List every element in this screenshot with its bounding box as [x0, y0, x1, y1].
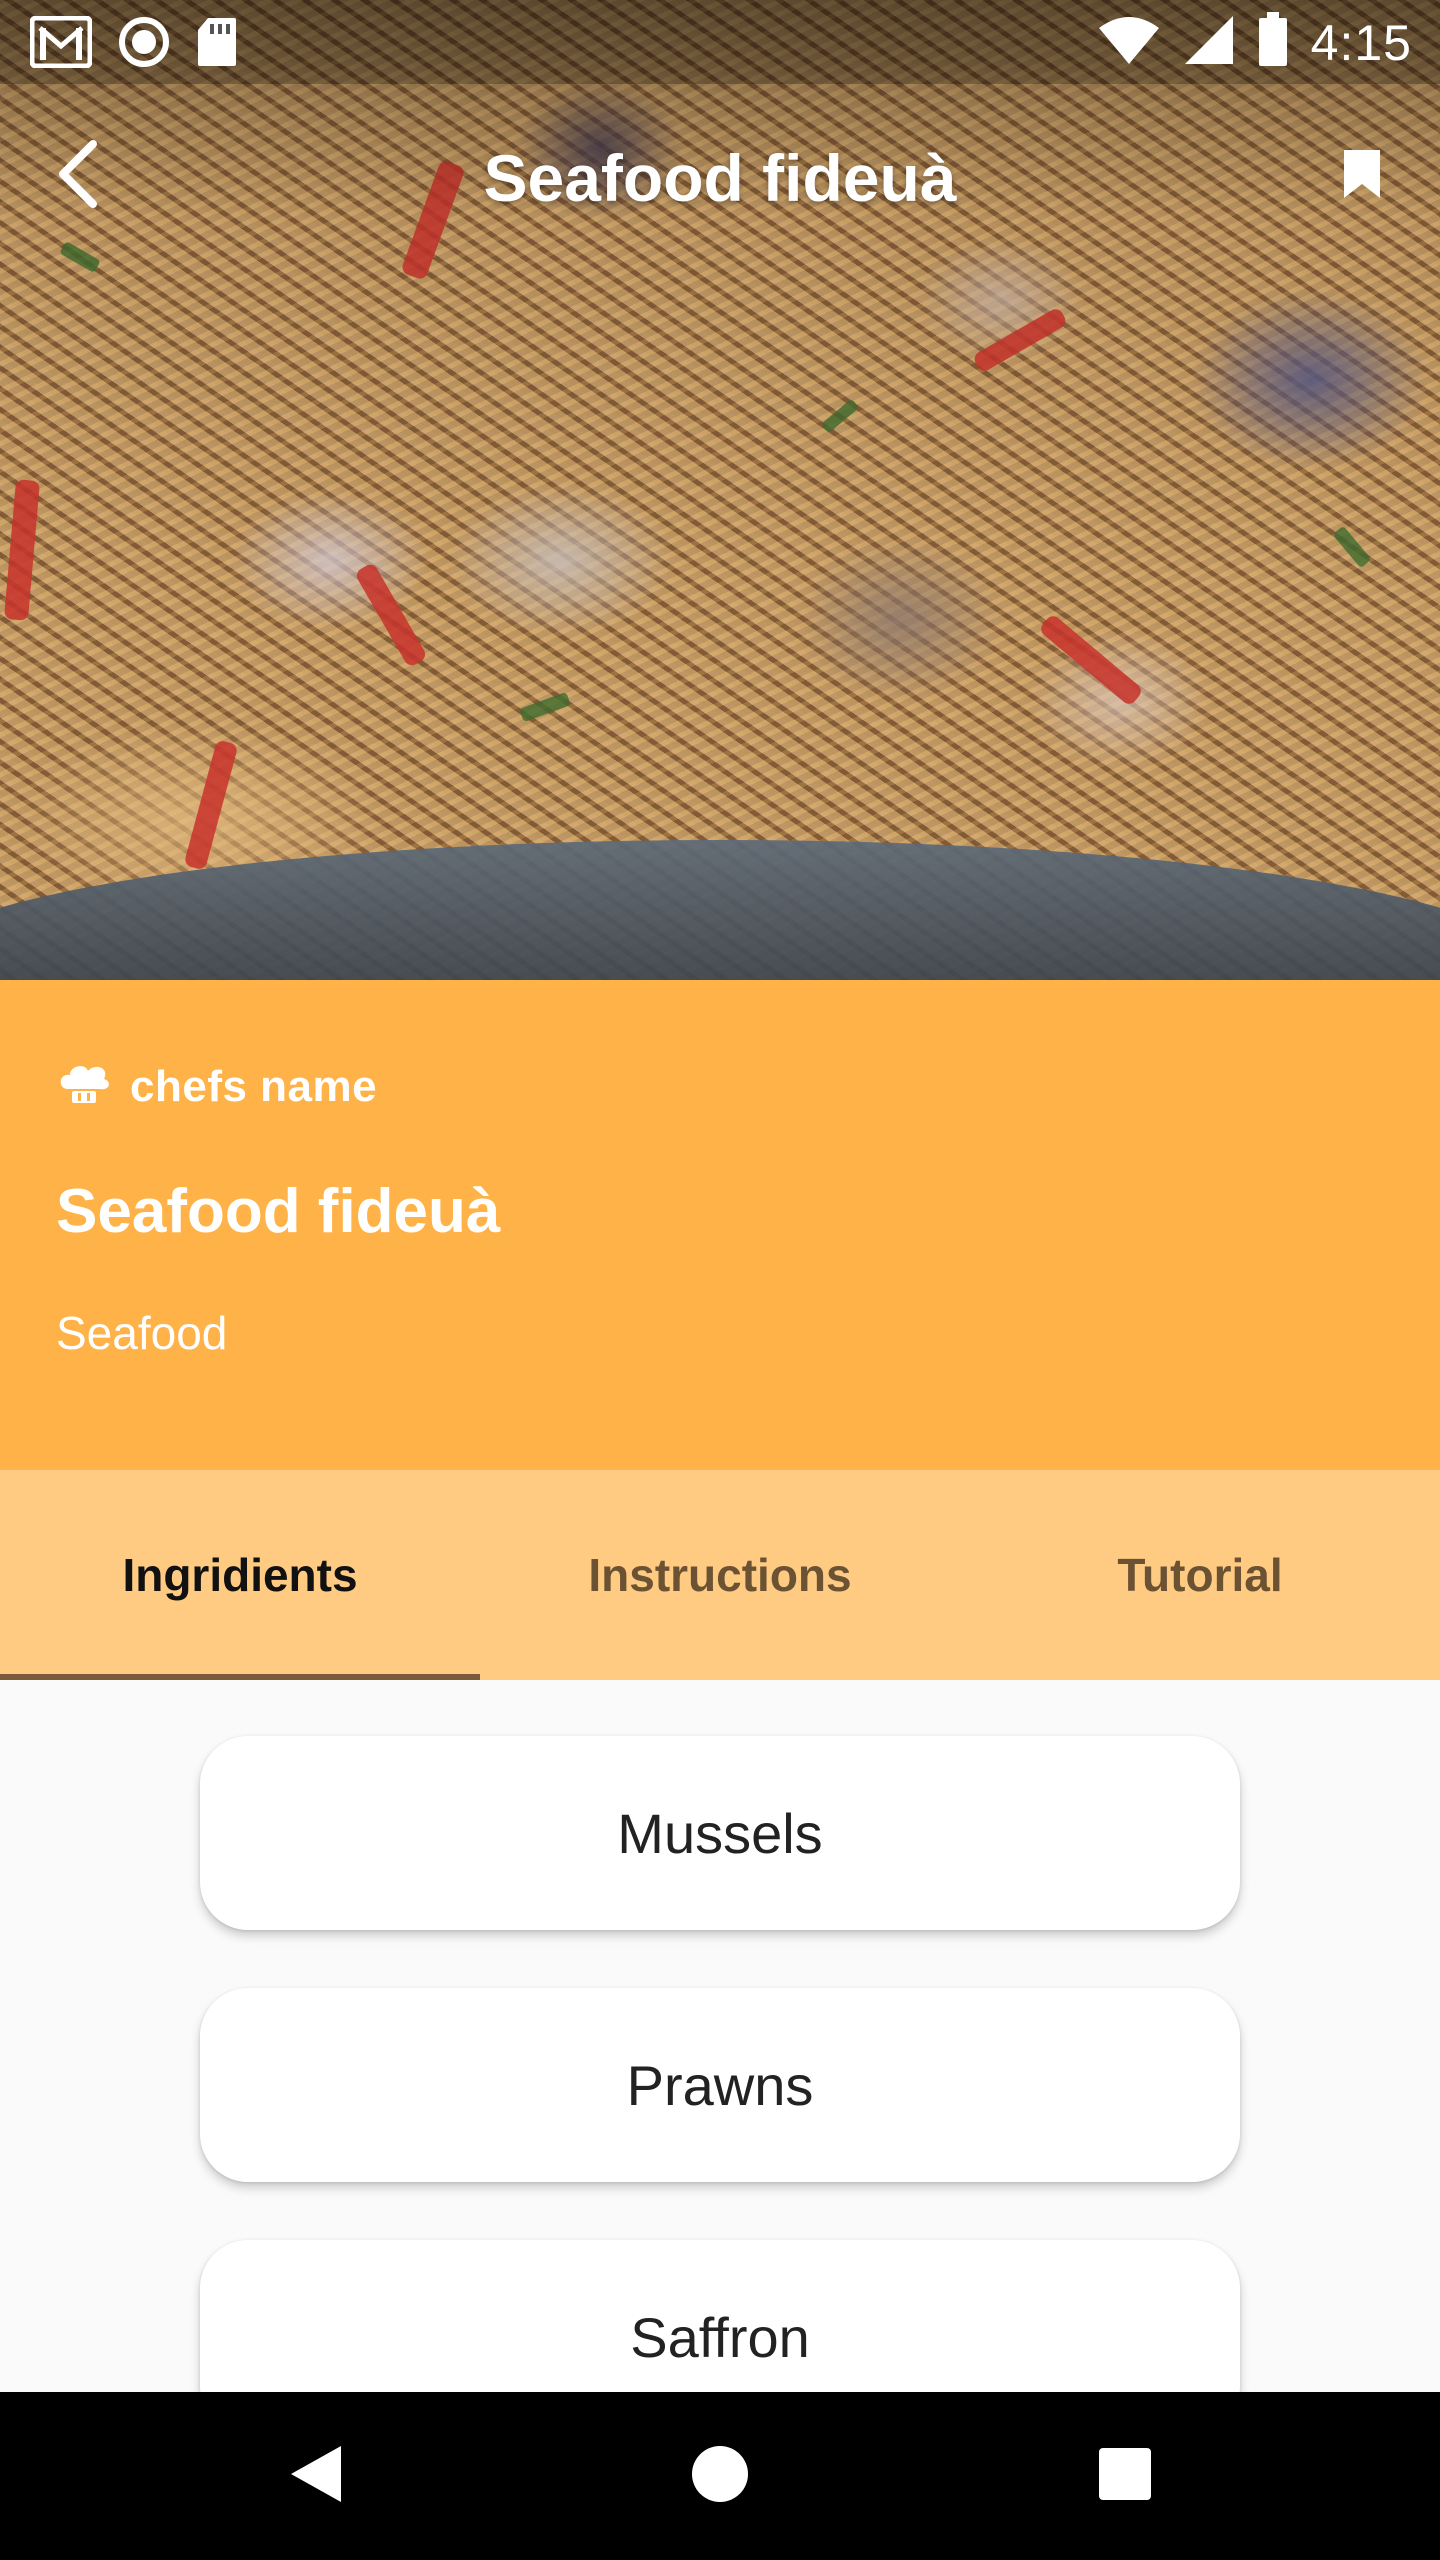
gmail-icon [29, 15, 93, 73]
recipe-title: Seafood fideuà [56, 1177, 501, 1246]
recipe-tabs: Ingridients Instructions Tutorial [0, 1470, 1440, 1680]
nav-home-button[interactable] [680, 2436, 760, 2516]
signal-icon [1183, 14, 1235, 71]
back-button[interactable] [40, 138, 116, 214]
app-bar: Seafood fideuà [0, 84, 1440, 280]
nav-home-circle-icon [690, 2444, 750, 2509]
sd-card-icon [196, 16, 238, 73]
system-nav-bar [0, 2392, 1440, 2560]
ingredient-card[interactable]: Mussels [200, 1736, 1240, 1930]
circle-notification-icon [118, 16, 170, 73]
tab-tutorial[interactable]: Tutorial [960, 1470, 1440, 1680]
nav-back-triangle-icon [285, 2442, 345, 2511]
bookmark-button[interactable] [1324, 138, 1400, 214]
status-right-icons: 4:15 [1097, 12, 1412, 73]
status-bar: 4:15 [0, 0, 1440, 84]
tab-ingridients[interactable]: Ingridients [0, 1470, 480, 1680]
wifi-icon [1097, 14, 1161, 71]
ingredient-card[interactable]: Prawns [200, 1988, 1240, 2182]
back-arrow-icon [53, 138, 103, 215]
chef-row: chefs name [56, 1062, 377, 1112]
app-bar-title: Seafood fideuà [483, 141, 957, 215]
recipe-category: Seafood [56, 1307, 228, 1359]
ingredient-list[interactable]: Mussels Prawns Saffron [0, 1680, 1440, 2392]
chef-name: chefs name [130, 1062, 378, 1111]
ingredient-card[interactable]: Saffron [200, 2240, 1240, 2392]
recipe-info-section: chefs name Seafood fideuà Seafood [0, 980, 1440, 1470]
bookmark-icon [1342, 148, 1382, 205]
chef-hat-icon [56, 1063, 112, 1112]
tab-instructions[interactable]: Instructions [480, 1470, 960, 1680]
nav-recents-button[interactable] [1085, 2436, 1165, 2516]
battery-icon [1257, 12, 1289, 73]
status-clock: 4:15 [1310, 14, 1412, 71]
nav-recents-square-icon [1097, 2446, 1153, 2507]
status-left-icons [29, 15, 238, 73]
nav-back-button[interactable] [275, 2436, 355, 2516]
